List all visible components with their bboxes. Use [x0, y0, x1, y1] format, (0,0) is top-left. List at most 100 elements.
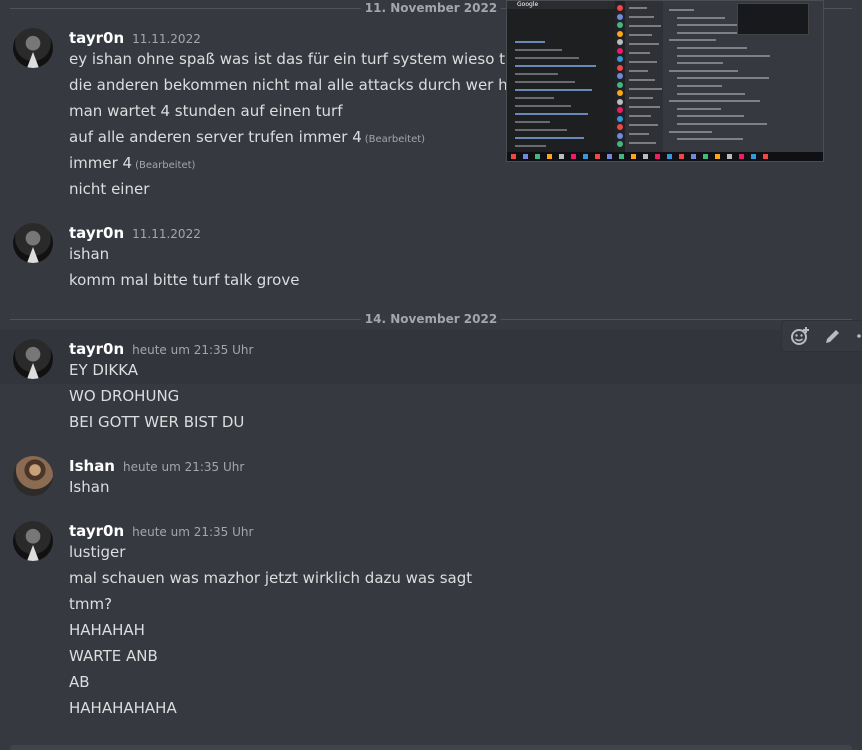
message-header: tayr0n heute um 21:35 Uhr [69, 522, 253, 540]
attachment-taskbar-icon [547, 154, 552, 159]
attachment-browser-line [515, 41, 545, 43]
attachment-server-icon [617, 13, 623, 20]
attachment-server-icon [617, 81, 623, 88]
attachment-channel-list [625, 1, 663, 154]
message-line: HAHAHAH [69, 621, 145, 639]
message-line: ey ishan ohne spaß was ist das für ein t… [69, 50, 575, 68]
attachment-chat-line [669, 130, 712, 133]
attachment-channel-line [629, 142, 656, 144]
date-divider: 14. November 2022 [10, 311, 852, 327]
avatar[interactable] [13, 339, 53, 379]
message-line: lustiger [69, 543, 126, 561]
attachment-chat-line [677, 47, 747, 49]
attachment-taskbar-icon [619, 154, 624, 159]
pencil-icon[interactable] [824, 326, 842, 346]
attachment-server-icon [617, 98, 623, 105]
attachment-taskbar [507, 152, 823, 161]
attachment-server-icon [617, 30, 623, 37]
attachment-server-icon [617, 141, 623, 147]
attachment-channel-line [629, 7, 647, 9]
message-text: auf alle anderen server trufen immer 4 [69, 128, 362, 146]
attachment-server-icon [617, 132, 623, 139]
message-line: auf alle anderen server trufen immer 4 (B… [69, 127, 425, 150]
more-icon[interactable] [856, 326, 862, 346]
attachment-browser-line [515, 145, 546, 147]
attachment-channel-line [629, 88, 662, 90]
attachment-chat-line [669, 69, 738, 72]
attachment-taskbar-icon [607, 154, 612, 159]
attachment-taskbar-icon [715, 154, 720, 159]
attachment-chat-line [669, 39, 716, 42]
attachment-chat-line [677, 123, 767, 125]
attachment-chat-line [677, 92, 745, 95]
attachment-channel-line [629, 52, 650, 54]
attachment-channel-line [629, 106, 660, 108]
message-text: immer 4 [69, 154, 133, 172]
attachment-server-icon [617, 107, 623, 113]
message-line: EY DIKKA [69, 361, 139, 379]
message-line: immer 4 (Bearbeitet) [69, 153, 195, 176]
attachment-chat-line [669, 100, 760, 103]
avatar[interactable] [13, 456, 53, 496]
attachment-taskbar-icon [703, 154, 708, 159]
attachment-channel-line [629, 43, 659, 45]
message-header: Ishan heute um 21:35 Uhr [69, 457, 244, 475]
attachment-chat-line [677, 85, 722, 87]
attachment-browser-line [515, 121, 550, 123]
attachment-google-logo: Google [517, 1, 539, 8]
avatar[interactable] [13, 521, 53, 561]
date-divider-label: 11. November 2022 [360, 0, 502, 16]
attachment-taskbar-icon [643, 154, 648, 159]
message-line: BEI GOTT WER BIST DU [69, 413, 245, 431]
attachment-browser-line [515, 81, 575, 83]
timestamp: heute um 21:35 Uhr [132, 343, 254, 357]
attachment-taskbar-icon [691, 154, 696, 159]
attachment-chat-line [677, 77, 769, 80]
attachment-browser-line [515, 97, 554, 99]
add-reaction-icon[interactable] [790, 326, 810, 346]
attachment-taskbar-icon [751, 154, 756, 159]
edited-tag: (Bearbeitet) [135, 160, 196, 171]
attachment-chat-line [677, 16, 725, 19]
username[interactable]: tayr0n [69, 224, 124, 242]
attachment-browser-line [515, 89, 592, 91]
image-attachment[interactable]: Google [506, 0, 824, 162]
attachment-taskbar-icon [679, 154, 684, 159]
attachment-taskbar-icon [571, 154, 576, 159]
attachment-channel-line [629, 97, 653, 99]
message-line: die anderen bekommen nicht mal alle atta… [69, 76, 572, 94]
attachment-taskbar-icon [655, 154, 660, 159]
attachment-chat-line [677, 62, 723, 65]
message-line: nicht einer [69, 180, 150, 198]
username[interactable]: tayr0n [69, 522, 124, 540]
avatar[interactable] [13, 28, 53, 68]
attachment-channel-line [629, 16, 654, 18]
attachment-server-icon [617, 22, 623, 28]
attachment-browser-line [515, 49, 562, 51]
attachment-chat-line [677, 138, 743, 141]
edited-tag: (Bearbeitet) [364, 134, 426, 145]
message-line: man wartet 4 stunden auf einen turf [69, 102, 343, 120]
username[interactable]: tayr0n [69, 340, 124, 358]
message-line: WARTE ANB [69, 647, 158, 665]
attachment-server-icon [617, 64, 623, 71]
message-line: ishan [69, 245, 110, 263]
message-header: tayr0n heute um 21:35 Uhr [69, 340, 253, 358]
attachment-server-list [615, 1, 625, 154]
date-divider-label: 14. November 2022 [360, 311, 502, 327]
message-input-bar[interactable] [10, 745, 852, 750]
attachment-channel-line [629, 25, 661, 27]
message-header: tayr0n 11.11.2022 [69, 29, 201, 47]
message-line: mal schauen was mazhor jetzt wirklich da… [69, 569, 473, 587]
attachment-overlay-window [737, 3, 809, 35]
message-line: AB [69, 673, 90, 691]
attachment-taskbar-icon [559, 154, 564, 159]
attachment-taskbar-icon [511, 154, 516, 159]
attachment-server-icon [617, 90, 623, 96]
attachment-taskbar-icon [739, 154, 744, 159]
username[interactable]: tayr0n [69, 29, 124, 47]
attachment-channel-line [629, 34, 652, 36]
username[interactable]: Ishan [69, 457, 115, 475]
message-line: tmm? [69, 595, 113, 613]
avatar[interactable] [13, 223, 53, 263]
